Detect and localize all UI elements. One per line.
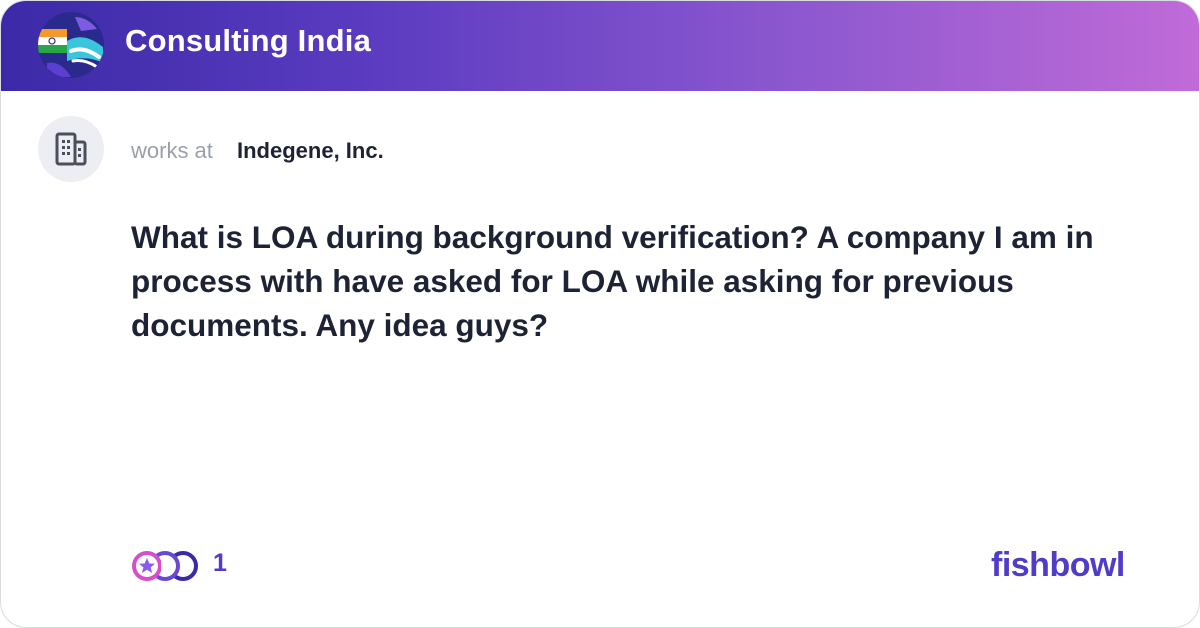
post-text: What is LOA during background verificati… [131, 219, 1094, 343]
india-flag-globe-icon [38, 12, 104, 78]
post-card: Consulting India works at Indegene, Inc.… [0, 0, 1200, 628]
fishbowl-logo[interactable]: fishbowl [991, 546, 1125, 585]
works-at-label: works at [131, 138, 213, 163]
bowl-header: Consulting India [1, 1, 1199, 91]
avatar [38, 116, 104, 182]
bowl-title[interactable]: Consulting India [125, 23, 371, 59]
reaction-count[interactable]: 1 [213, 549, 227, 578]
company-name[interactable]: Indegene, Inc. [237, 138, 384, 164]
office-building-icon [55, 132, 87, 166]
reaction-faces-icon[interactable] [131, 550, 199, 582]
